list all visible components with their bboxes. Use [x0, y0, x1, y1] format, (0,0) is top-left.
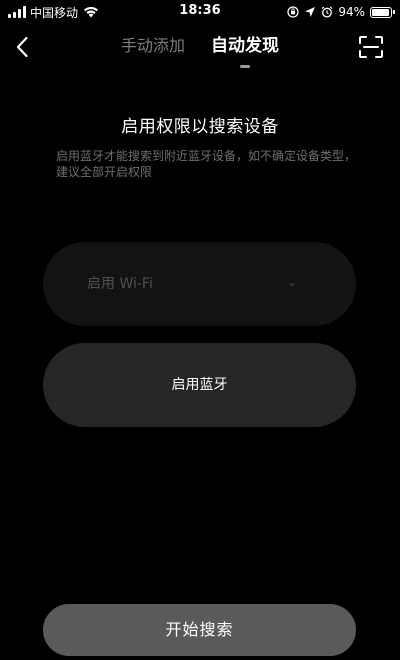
enable-wifi-label: 启用 Wi-Fi	[87, 276, 153, 292]
enable-bluetooth-button[interactable]: 启用蓝牙	[43, 343, 356, 427]
wifi-pill-indicator-icon	[290, 283, 294, 286]
status-bar: 中国移动 18:36 94%	[0, 0, 400, 24]
battery-percentage: 94%	[338, 5, 365, 19]
battery-icon	[370, 6, 395, 18]
enable-bluetooth-label: 启用蓝牙	[171, 377, 228, 393]
status-bar-right: 94%	[287, 3, 395, 21]
tab-manual-add[interactable]: 手动添加	[121, 24, 185, 70]
enable-wifi-button[interactable]: 启用 Wi-Fi	[43, 242, 356, 326]
scan-button[interactable]	[358, 35, 384, 59]
scan-frame-icon	[359, 36, 383, 58]
start-search-button[interactable]: 开始搜索	[43, 604, 356, 656]
active-tab-indicator	[240, 65, 250, 68]
permission-description: 启用蓝牙才能搜索到附近蓝牙设备，如不确定设备类型，建议全部开启权限	[56, 149, 357, 179]
screen-rotation-lock-icon	[287, 6, 299, 18]
battery-level-fill	[372, 8, 389, 16]
alarm-icon	[321, 6, 333, 18]
tab-auto-discover-label: 自动发现	[211, 36, 279, 56]
tab-bar: 手动添加 自动发现	[0, 24, 400, 70]
location-icon	[305, 7, 316, 17]
page-title: 启用权限以搜索设备	[121, 117, 279, 137]
nav-bar: 手动添加 自动发现	[0, 24, 400, 70]
tab-auto-discover[interactable]: 自动发现	[211, 24, 279, 70]
